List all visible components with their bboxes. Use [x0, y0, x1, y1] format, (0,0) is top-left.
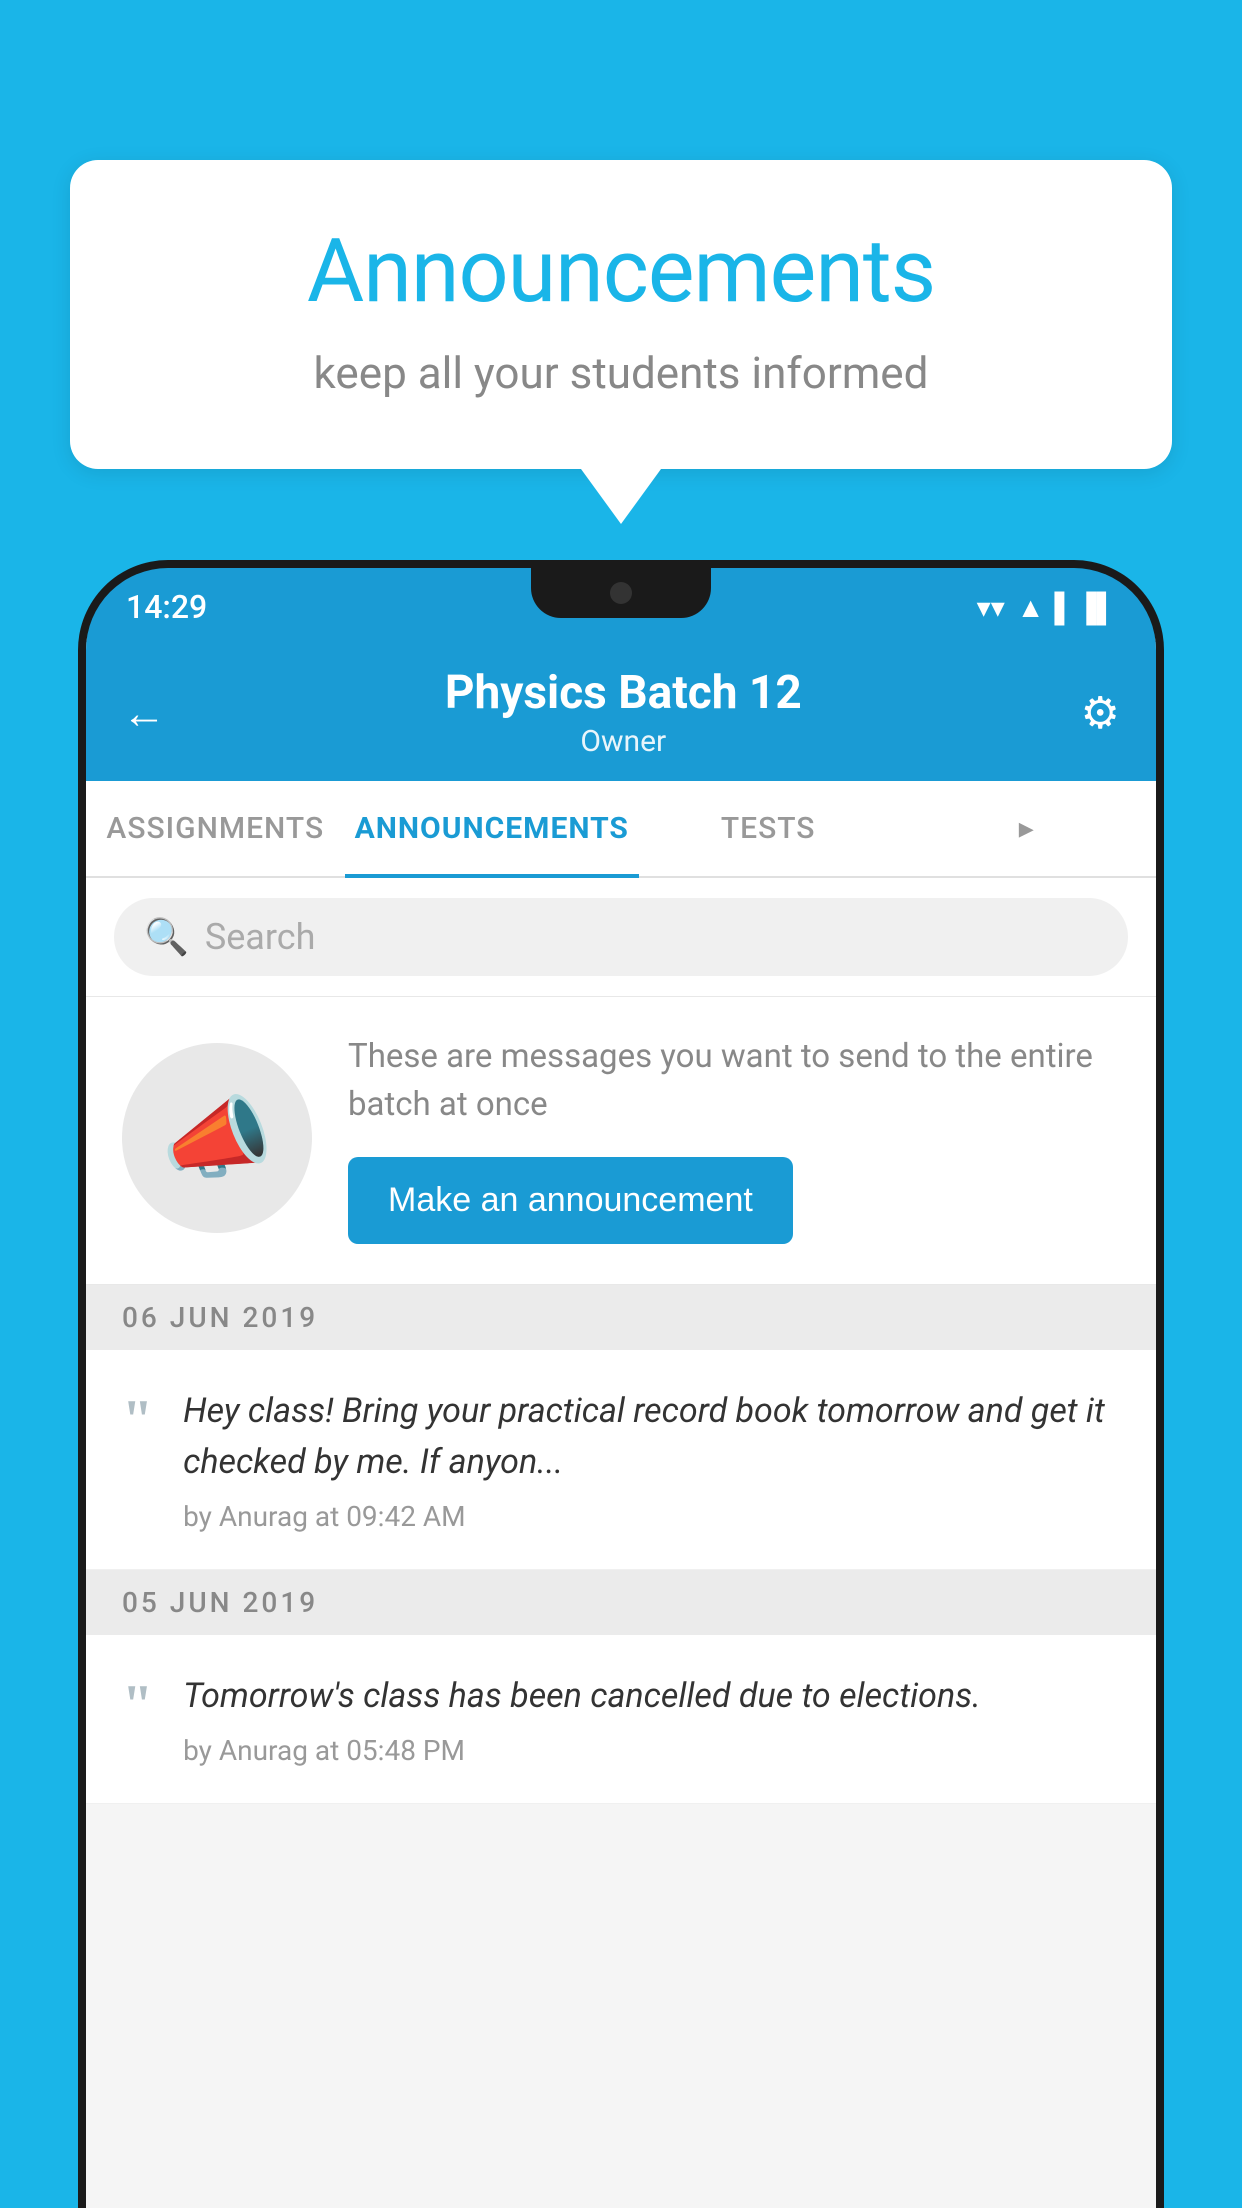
- promo-icon-circle: 📣: [122, 1043, 312, 1233]
- quote-icon-2: ": [122, 1677, 153, 1733]
- search-placeholder: Search: [205, 916, 316, 958]
- megaphone-icon: 📣: [161, 1086, 273, 1191]
- phone-inner: 14:29 ▾▾ ▲▐ ▐▌ ← Physics Batch 12 Owner …: [86, 568, 1156, 2208]
- make-announcement-button[interactable]: Make an announcement: [348, 1157, 793, 1244]
- battery-icon: ▐▌: [1076, 591, 1116, 624]
- tab-tests[interactable]: TESTS: [639, 781, 898, 876]
- signal-icon: ▲▐: [1017, 591, 1065, 624]
- announcement-meta-2: by Anurag at 05:48 PM: [183, 1734, 1120, 1767]
- phone-frame: 14:29 ▾▾ ▲▐ ▐▌ ← Physics Batch 12 Owner …: [78, 560, 1164, 2208]
- speech-bubble-arrow: [581, 469, 661, 524]
- promo-description: These are messages you want to send to t…: [348, 1033, 1120, 1129]
- date-separator-2: 05 JUN 2019: [86, 1570, 1156, 1635]
- announcement-text-2: Tomorrow's class has been cancelled due …: [183, 1671, 1120, 1722]
- announcement-content-1: Hey class! Bring your practical record b…: [183, 1386, 1120, 1533]
- announcement-item-2[interactable]: " Tomorrow's class has been cancelled du…: [86, 1635, 1156, 1804]
- announcement-meta-1: by Anurag at 09:42 AM: [183, 1500, 1120, 1533]
- tab-more[interactable]: ▸: [897, 781, 1156, 876]
- phone-notch: [531, 568, 711, 618]
- tab-bar: ASSIGNMENTS ANNOUNCEMENTS TESTS ▸: [86, 781, 1156, 878]
- app-screen: ← Physics Batch 12 Owner ⚙ ASSIGNMENTS A…: [86, 638, 1156, 2208]
- announcement-text-1: Hey class! Bring your practical record b…: [183, 1386, 1120, 1488]
- date-separator-1: 06 JUN 2019: [86, 1285, 1156, 1350]
- search-icon: 🔍: [144, 916, 189, 958]
- announcement-item-1[interactable]: " Hey class! Bring your practical record…: [86, 1350, 1156, 1570]
- search-bar[interactable]: 🔍 Search: [114, 898, 1128, 976]
- bubble-subtitle: keep all your students informed: [150, 347, 1092, 399]
- wifi-icon: ▾▾: [977, 591, 1005, 624]
- camera-dot: [610, 582, 632, 604]
- promo-section: 📣 These are messages you want to send to…: [86, 997, 1156, 1285]
- quote-icon-1: ": [122, 1392, 153, 1448]
- status-time: 14:29: [126, 588, 207, 626]
- speech-bubble-card: Announcements keep all your students inf…: [70, 160, 1172, 469]
- back-button[interactable]: ←: [122, 687, 166, 739]
- settings-button[interactable]: ⚙: [1081, 687, 1120, 739]
- search-container: 🔍 Search: [86, 878, 1156, 997]
- tab-assignments[interactable]: ASSIGNMENTS: [86, 781, 345, 876]
- header-subtitle: Owner: [166, 724, 1081, 759]
- app-header: ← Physics Batch 12 Owner ⚙: [86, 638, 1156, 781]
- status-icons: ▾▾ ▲▐ ▐▌: [977, 591, 1116, 624]
- promo-content: These are messages you want to send to t…: [348, 1033, 1120, 1244]
- speech-bubble-section: Announcements keep all your students inf…: [70, 160, 1172, 524]
- announcement-content-2: Tomorrow's class has been cancelled due …: [183, 1671, 1120, 1767]
- bubble-title: Announcements: [150, 220, 1092, 323]
- header-center: Physics Batch 12 Owner: [166, 666, 1081, 759]
- header-title: Physics Batch 12: [166, 666, 1081, 720]
- tab-announcements[interactable]: ANNOUNCEMENTS: [345, 781, 639, 876]
